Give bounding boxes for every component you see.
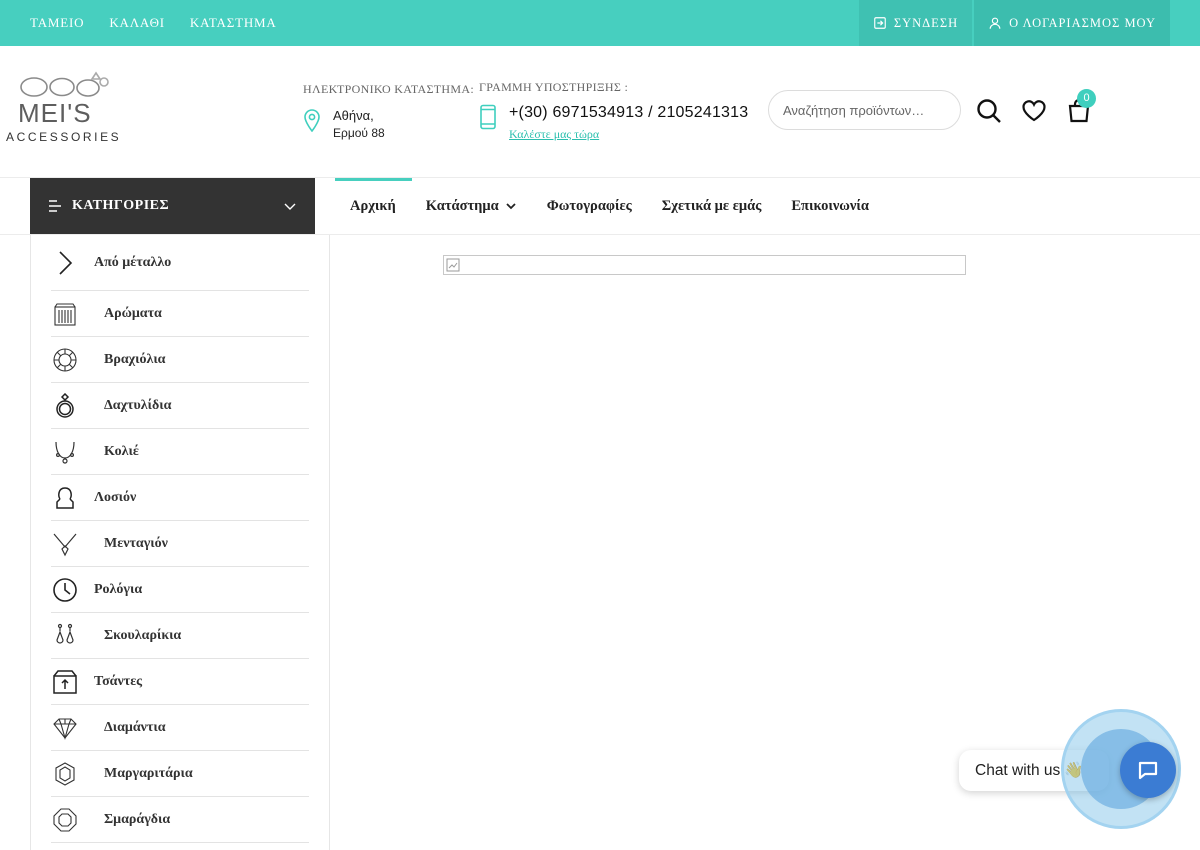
top-bar: ΤΑΜΕΙΟ ΚΑΛΑΘΙ ΚΑΤΑΣΤΗΜΑ ΣΥΝΔΕΣΗ Ο ΛΟΓΑΡΙ… — [0, 0, 1200, 46]
earrings-icon — [51, 622, 79, 650]
cart-count-badge: 0 — [1077, 89, 1096, 108]
category-item-watches[interactable]: Ρολόγια — [51, 567, 309, 613]
rings-logo-icon — [20, 71, 109, 97]
category-label: Λοσιόν — [94, 489, 137, 505]
logo-brand: MEI'S — [18, 98, 92, 128]
diamond-icon — [51, 714, 79, 742]
category-item-diamonds[interactable]: Διαμάντια — [51, 705, 309, 751]
categories-label: ΚΑΤΗΓΟΡΙΕΣ — [72, 198, 170, 213]
nav-home-label: Αρχική — [350, 197, 396, 214]
site-logo[interactable]: MEI'S ACCESSORIES — [6, 70, 126, 150]
search-input[interactable] — [769, 91, 960, 129]
category-item-perfumes[interactable]: Αρώματα — [51, 291, 309, 337]
bracelet-icon — [51, 346, 79, 374]
nav-photos-label: Φωτογραφίες — [546, 197, 632, 214]
nav-about-label: Σχετικά με εμάς — [661, 197, 762, 214]
category-label: Σκουλαρίκια — [104, 627, 182, 643]
chat-label: Chat with us — [975, 761, 1061, 779]
category-item-emeralds[interactable]: Σμαράγδια — [51, 797, 309, 843]
perfume-icon — [51, 300, 79, 328]
nav-photos[interactable]: Φωτογραφίες — [532, 178, 647, 234]
wishlist-heart-icon[interactable] — [1020, 97, 1048, 125]
category-item-pendants[interactable]: Μενταγιόν — [51, 521, 309, 567]
store-location: ΗΛΕΚΤΡΟΝΙΚΟ ΚΑΤΑΣΤΗΜΑ: Αθήνα, Ερμού 88 — [303, 82, 474, 140]
top-link-cart[interactable]: ΚΑΛΑΘΙ — [109, 15, 165, 31]
pearl-icon — [51, 760, 79, 788]
bag-icon — [51, 668, 79, 696]
chevron-down-icon — [506, 203, 516, 210]
category-label: Αρώματα — [104, 305, 162, 321]
login-icon — [873, 17, 886, 29]
emerald-icon — [51, 806, 79, 834]
category-label: Σμαράγδια — [104, 811, 171, 827]
main-nav: Αρχική Κατάστημα Φωτογραφίες Σχετικά με … — [335, 178, 884, 234]
lotion-icon — [51, 484, 79, 512]
nav-contact-label: Επικοινωνία — [791, 197, 869, 214]
ring-icon — [51, 392, 79, 420]
category-item-bracelets[interactable]: Βραχιόλια — [51, 337, 309, 383]
top-link-checkout[interactable]: ΤΑΜΕΙΟ — [30, 15, 84, 31]
support-phone: +(30) 6971534913 / 2105241313 — [509, 104, 749, 121]
chat-open-button[interactable] — [1120, 742, 1176, 798]
category-item-bags[interactable]: Τσάντες — [51, 659, 309, 705]
category-item-earrings[interactable]: Σκουλαρίκια — [51, 613, 309, 659]
category-label: Διαμάντια — [104, 719, 166, 735]
pendant-icon — [51, 530, 79, 558]
nav-shop[interactable]: Κατάστημα — [411, 178, 532, 234]
call-us-link[interactable]: Καλέστε μας τώρα — [509, 127, 599, 142]
chevron-right-icon — [51, 249, 79, 277]
category-label: Τσάντες — [94, 673, 143, 689]
top-account-area: ΣΥΝΔΕΣΗ Ο ΛΟΓΑΡΙΑΣΜΟΣ ΜΟΥ — [858, 0, 1170, 46]
categories-button[interactable]: ΚΑΤΗΓΟΡΙΕΣ — [30, 178, 315, 234]
user-icon — [989, 17, 1001, 29]
my-account-label: Ο ΛΟΓΑΡΙΑΣΜΟΣ ΜΟΥ — [1009, 15, 1156, 30]
nav-contact[interactable]: Επικοινωνία — [776, 178, 884, 234]
category-item-metal[interactable]: Από μέταλλο — [51, 235, 309, 291]
chat-icon — [1138, 761, 1158, 780]
top-link-shop[interactable]: ΚΑΤΑΣΤΗΜΑ — [190, 15, 277, 31]
necklace-icon — [51, 438, 79, 466]
category-label: Κολιέ — [104, 443, 139, 459]
search-box — [768, 90, 961, 130]
my-account-button[interactable]: Ο ΛΟΓΑΡΙΑΣΜΟΣ ΜΟΥ — [974, 0, 1170, 46]
broken-image-icon — [446, 258, 460, 272]
store-label: ΗΛΕΚΤΡΟΝΙΚΟ ΚΑΤΑΣΤΗΜΑ: — [303, 82, 474, 96]
category-item-rings[interactable]: Δαχτυλίδια — [51, 383, 309, 429]
store-city: Αθήνα, — [333, 108, 374, 123]
categories-sidebar: Από μέταλλο Αρώματα Βραχιόλια Δαχτυλίδια… — [30, 235, 330, 850]
menu-bars-icon — [49, 200, 61, 212]
search-icon[interactable] — [975, 97, 1003, 125]
category-label: Βραχιόλια — [104, 351, 166, 367]
nav-about[interactable]: Σχετικά με εμάς — [647, 178, 777, 234]
category-label: Μενταγιόν — [104, 535, 168, 551]
location-pin-icon — [304, 109, 320, 132]
category-label: Από μέταλλο — [94, 254, 172, 270]
store-street: Ερμού 88 — [333, 126, 385, 140]
mobile-phone-icon — [480, 104, 496, 130]
support-line: ΓΡΑΜΜΗ ΥΠΟΣΤΗΡΙΞΗΣ : +(30) 6971534913 / … — [479, 80, 748, 141]
category-list: Από μέταλλο Αρώματα Βραχιόλια Δαχτυλίδια… — [51, 235, 309, 843]
support-label: ΓΡΑΜΜΗ ΥΠΟΣΤΗΡΙΞΗΣ : — [479, 80, 629, 94]
nav-home[interactable]: Αρχική — [335, 178, 412, 234]
category-item-pearls[interactable]: Μαργαριτάρια — [51, 751, 309, 797]
login-button[interactable]: ΣΥΝΔΕΣΗ — [858, 0, 973, 46]
category-label: Δαχτυλίδια — [104, 397, 172, 413]
category-item-necklaces[interactable]: Κολιέ — [51, 429, 309, 475]
banner-image-placeholder — [443, 255, 966, 275]
category-item-lotion[interactable]: Λοσιόν — [51, 475, 309, 521]
clock-icon — [51, 576, 79, 604]
category-label: Ρολόγια — [94, 581, 143, 597]
logo-subtitle: ACCESSORIES — [6, 130, 122, 144]
login-label: ΣΥΝΔΕΣΗ — [893, 15, 959, 30]
top-links: ΤΑΜΕΙΟ ΚΑΛΑΘΙ ΚΑΤΑΣΤΗΜΑ — [30, 0, 277, 46]
chevron-down-icon — [284, 203, 296, 210]
nav-shop-label: Κατάστημα — [425, 197, 499, 214]
category-label: Μαργαριτάρια — [104, 765, 193, 781]
